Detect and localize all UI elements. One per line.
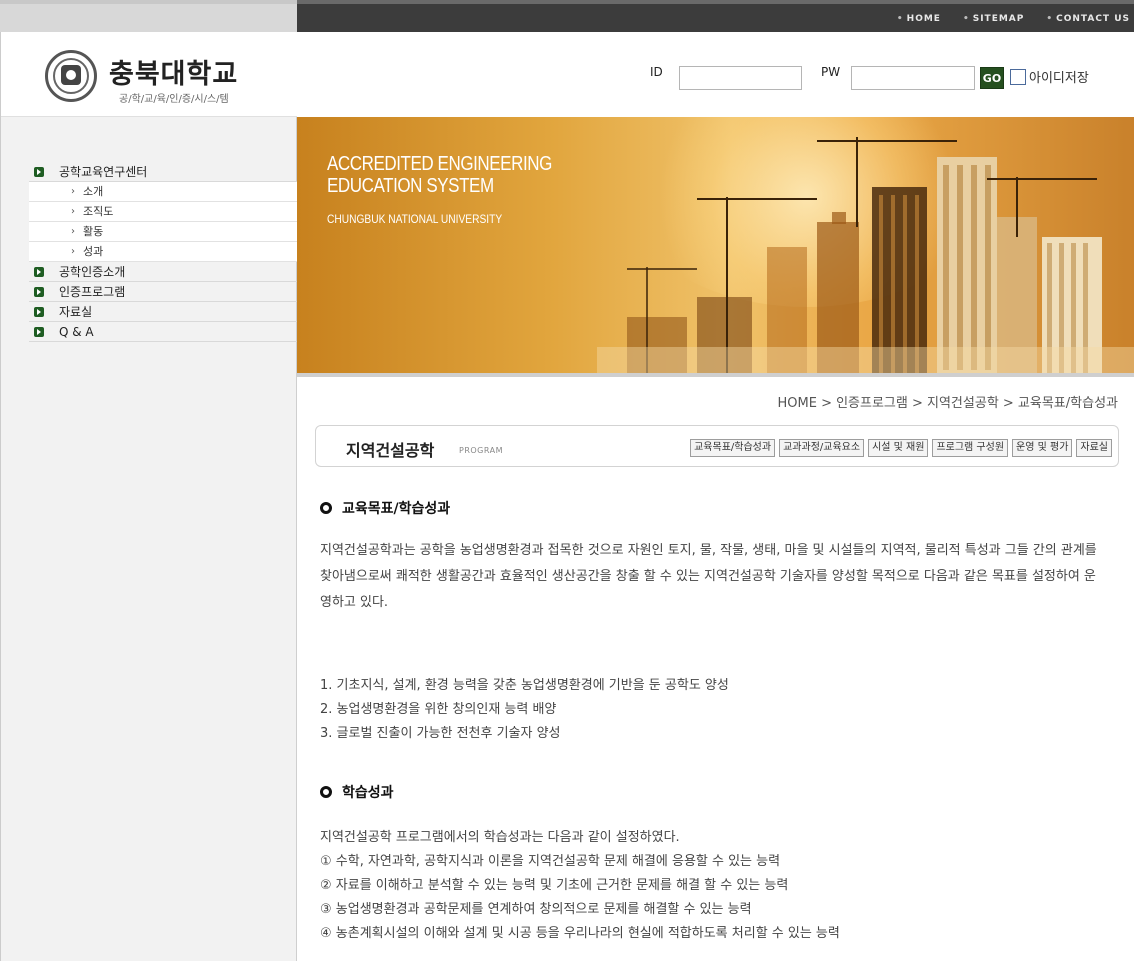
outcomes-list: 지역건설공학 프로그램에서의 학습성과는 다음과 같이 설정하였다. ① 수학,… [320,826,1110,946]
section-heading-label: 교육목표/학습성과 [342,501,451,517]
program-name: 지역건설공학 [346,441,435,460]
tab-goals-outcomes[interactable]: 교육목표/학습성과 [690,439,776,457]
tab-resources[interactable]: 자료실 [1076,439,1112,457]
university-seal-icon [45,50,97,102]
bullet-dot-icon: • [896,14,904,24]
home-link[interactable]: • HOME [897,14,941,24]
sidebar-sub-org-chart[interactable]: › 조직도 [29,202,297,222]
banner-title-line1: ACCREDITED ENGINEERING [327,153,552,175]
top-links: • HOME • SITEMAP • CONTACT US [897,14,1130,24]
menu-bullet-icon [34,267,44,277]
save-id-checkbox[interactable] [1010,69,1026,85]
banner-title-line2: EDUCATION SYSTEM [327,175,494,197]
login-bar: ID PW GO 아이디저장 [297,32,1134,117]
tab-curriculum[interactable]: 교과과정/교육요소 [779,439,865,457]
tab-operation[interactable]: 운영 및 평가 [1012,439,1073,457]
banner-bottom-border [297,373,1134,377]
tab-facilities[interactable]: 시설 및 재원 [868,439,929,457]
menu-bullet-icon [34,167,44,177]
pw-label: PW [821,65,841,79]
list-item: ③ 농업생명환경과 공학문제를 연계하여 창의적으로 문제를 해결할 수 있는 … [320,902,752,917]
banner-university: CHUNGBUK NATIONAL UNIVERSITY [327,212,503,226]
sidebar-item-label: 인증프로그램 [59,285,126,299]
go-button[interactable]: GO [980,67,1004,89]
sitemap-link-label: SITEMAP [972,14,1025,24]
contact-us-link-label: CONTACT US [1056,14,1130,24]
program-tabs: 교육목표/학습성과 교과과정/교육요소 시설 및 재원 프로그램 구성원 운영 … [690,439,1112,457]
sidebar-item-label: 자료실 [59,305,93,319]
sidebar-item-label: Q & A [59,325,94,339]
university-name: 충북대학교 [109,59,239,90]
circle-bullet-icon [320,786,332,798]
chevron-right-icon: › [71,186,75,197]
top-bar-left [0,0,297,32]
logo[interactable]: 충북대학교 공/학/교/육/인/증/시/스/템 [1,32,297,117]
sidebar-item-label: 공학교육연구센터 [59,165,148,179]
home-link-label: HOME [906,14,941,24]
list-item: ① 수학, 자연과학, 공학지식과 이론을 지역건설공학 문제 해결에 응용할 … [320,854,781,869]
bullet-dot-icon: • [1046,14,1054,24]
sidebar-item-qna[interactable]: Q & A [29,322,297,342]
chevron-right-icon: › [71,226,75,237]
sitemap-link[interactable]: • SITEMAP [963,14,1024,24]
sidebar-sub-label: 성과 [83,245,104,258]
list-item: 3. 글로벌 진출이 가능한 전천후 기술자 양성 [320,726,561,741]
section-heading-outcomes: 학습성과 [320,782,394,802]
hero-banner: ACCREDITED ENGINEERING EDUCATION SYSTEM … [297,117,1134,377]
sidebar-sub-label: 활동 [83,225,104,238]
seal-core [61,65,81,85]
goals-list: 1. 기초지식, 설계, 환경 능력을 갖춘 농업생명환경에 기반을 둔 공학도… [320,674,1110,746]
bullet-dot-icon: • [962,14,970,24]
intro-paragraph: 지역건설공학과는 공학을 농업생명환경과 접목한 것으로 자원인 토지, 물, … [320,543,1097,610]
banner-title: ACCREDITED ENGINEERING EDUCATION SYSTEM [327,153,552,197]
menu-bullet-icon [34,307,44,317]
top-bar-right: • HOME • SITEMAP • CONTACT US [297,0,1134,32]
list-item: 1. 기초지식, 설계, 환경 능력을 갖춘 농업생명환경에 기반을 둔 공학도… [320,678,729,693]
program-header: 지역건설공학 PROGRAM 교육목표/학습성과 교과과정/교육요소 시설 및 … [315,425,1119,467]
list-item: 2. 농업생명환경을 위한 창의인재 능력 배양 [320,702,557,717]
top-bar: • HOME • SITEMAP • CONTACT US [0,0,1134,32]
menu-bullet-icon [34,287,44,297]
id-input[interactable] [679,66,802,90]
tab-members[interactable]: 프로그램 구성원 [932,439,1009,457]
sidebar: 충북대학교 공/학/교/육/인/증/시/스/템 공학교육연구센터 › 소개 › … [0,32,297,961]
list-item: ② 자료를 이해하고 분석할 수 있는 능력 및 기초에 근거한 문제를 해결 … [320,878,789,893]
save-id-label: 아이디저장 [1029,71,1089,86]
password-input[interactable] [851,66,975,90]
sidebar-menu: 공학교육연구센터 › 소개 › 조직도 › 활동 › 성과 공학인증소개 인증프… [29,162,297,342]
sidebar-item-label: 공학인증소개 [59,265,126,279]
sidebar-item-accreditation-intro[interactable]: 공학인증소개 [29,262,297,282]
menu-bullet-icon [34,327,44,337]
sidebar-item-resources[interactable]: 자료실 [29,302,297,322]
sidebar-sub-activities[interactable]: › 활동 [29,222,297,242]
sidebar-item-accreditation-programs[interactable]: 인증프로그램 [29,282,297,302]
sidebar-sub-label: 소개 [83,185,104,198]
outcomes-intro: 지역건설공학 프로그램에서의 학습성과는 다음과 같이 설정하였다. [320,830,680,845]
chevron-right-icon: › [71,206,75,217]
sidebar-sub-results[interactable]: › 성과 [29,242,297,262]
circle-bullet-icon [320,502,332,514]
list-item: ④ 농촌계획시설의 이해와 설계 및 시공 등을 우리나라의 현실에 적합하도록… [320,926,840,941]
contact-us-link[interactable]: • CONTACT US [1046,14,1130,24]
section-heading-goals: 교육목표/학습성과 [320,498,450,518]
program-tag: PROGRAM [459,446,503,455]
sidebar-sub-label: 조직도 [83,205,114,218]
breadcrumb: HOME > 인증프로그램 > 지역건설공학 > 교육목표/학습성과 [777,396,1119,411]
sidebar-sub-intro[interactable]: › 소개 [29,182,297,202]
chevron-right-icon: › [71,246,75,257]
system-subtitle: 공/학/교/육/인/증/시/스/템 [119,94,229,105]
section-heading-label: 학습성과 [342,785,394,801]
sidebar-item-research-center[interactable]: 공학교육연구센터 [29,162,297,182]
id-label: ID [650,65,663,79]
